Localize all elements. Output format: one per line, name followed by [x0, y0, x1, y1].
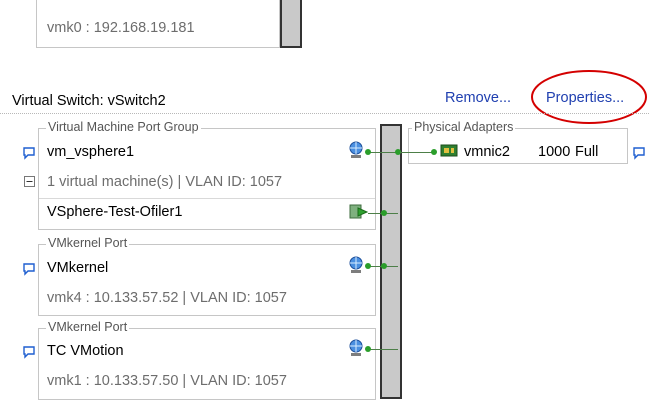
vmotion-connector [368, 349, 398, 350]
network-globe-icon [349, 256, 363, 273]
port-group-properties-icon[interactable] [22, 146, 36, 160]
connector-dot [431, 149, 437, 155]
properties-annotation-circle [531, 70, 647, 124]
network-globe-icon [349, 339, 363, 356]
connector-dot [381, 210, 387, 216]
virtual-machine-icon [349, 204, 369, 219]
vm-port-group-name[interactable]: vm_vsphere1 [47, 143, 134, 161]
adapter-duplex: Full [575, 144, 599, 160]
vm-port-group-title: Virtual Machine Port Group [46, 120, 201, 134]
top-port-box: vmk0 : 192.168.19.181 [36, 0, 280, 48]
vmotion-port-detail: vmk1 : 10.133.57.50 | VLAN ID: 1057 [47, 373, 287, 389]
connector-dot [365, 346, 371, 352]
vmotion-port-name[interactable]: TC VMotion [47, 342, 124, 360]
vmk0-detail: vmk0 : 192.168.19.181 [47, 20, 195, 36]
vmkernel-port-title: VMkernel Port [46, 236, 130, 250]
vm-group-connector [368, 152, 398, 153]
collapse-toggle-icon[interactable] [24, 176, 35, 187]
top-switch-bar [280, 0, 302, 48]
connector-dot [365, 149, 371, 155]
physical-adapters-title: Physical Adapters [412, 120, 516, 134]
connector-dot [365, 263, 371, 269]
network-globe-icon [349, 141, 363, 158]
vmotion-properties-icon[interactable] [22, 345, 36, 359]
vm-group-divider [39, 198, 375, 199]
nic-card-icon [440, 144, 458, 157]
vswitch-bar [380, 124, 402, 399]
vswitch-separator [0, 113, 649, 115]
connector-dot [381, 263, 387, 269]
vswitch-title: Virtual Switch: vSwitch2 [12, 93, 166, 109]
vmkernel-properties-icon[interactable] [22, 262, 36, 276]
adapter-speed: 1000 [538, 144, 571, 160]
vm-name[interactable]: VSphere-Test-Ofiler1 [47, 203, 182, 221]
adapter-properties-icon[interactable] [632, 146, 646, 160]
vmkernel-port-name[interactable]: VMkernel [47, 259, 108, 277]
vmkernel-port-detail: vmk4 : 10.133.57.52 | VLAN ID: 1057 [47, 290, 287, 306]
remove-link[interactable]: Remove... [445, 90, 511, 106]
vmotion-port-title: VMkernel Port [46, 320, 130, 334]
vm-summary: 1 virtual machine(s) | VLAN ID: 1057 [47, 174, 283, 190]
adapter-name[interactable]: vmnic2 [464, 143, 510, 161]
